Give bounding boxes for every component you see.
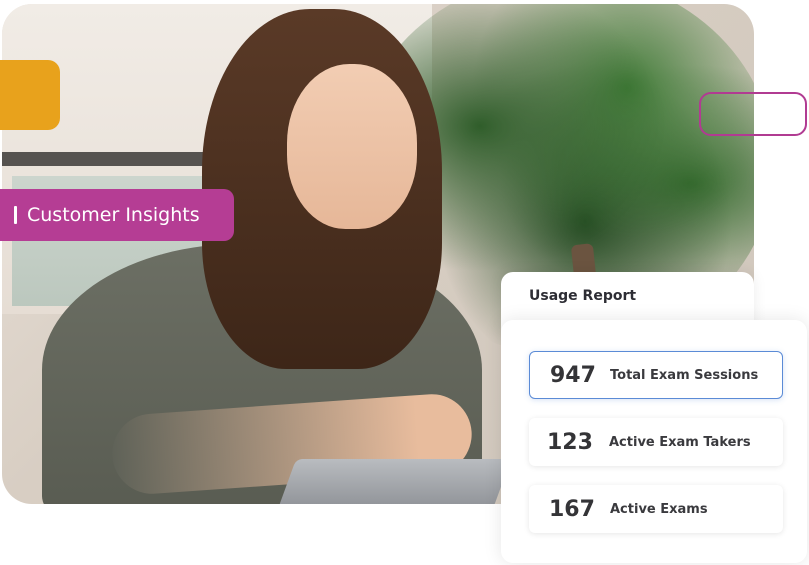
stat-value: 167	[549, 496, 595, 522]
customer-insights-label: Customer Insights	[27, 204, 200, 226]
laptop	[277, 459, 512, 504]
stat-card-active-exams[interactable]: 167 Active Exams	[529, 485, 783, 533]
customer-insights-badge: Customer Insights	[0, 189, 234, 241]
stat-label: Active Exams	[610, 501, 708, 517]
outline-accent-box	[699, 92, 807, 136]
stat-value: 123	[547, 429, 593, 455]
orange-accent-block	[0, 60, 60, 130]
stat-value: 947	[550, 362, 596, 388]
stat-card-total-exam-sessions[interactable]: 947 Total Exam Sessions	[529, 351, 783, 399]
canvas: Customer Insights Usage Report 947 Total…	[0, 0, 809, 565]
person-face	[287, 64, 417, 229]
stat-label: Total Exam Sessions	[610, 367, 759, 383]
usage-report-title: Usage Report	[529, 288, 637, 304]
stat-label: Active Exam Takers	[609, 434, 751, 450]
usage-report-panel: 947 Total Exam Sessions 123 Active Exam …	[501, 320, 807, 563]
bar-icon	[14, 206, 17, 224]
stat-card-active-exam-takers[interactable]: 123 Active Exam Takers	[529, 418, 783, 466]
